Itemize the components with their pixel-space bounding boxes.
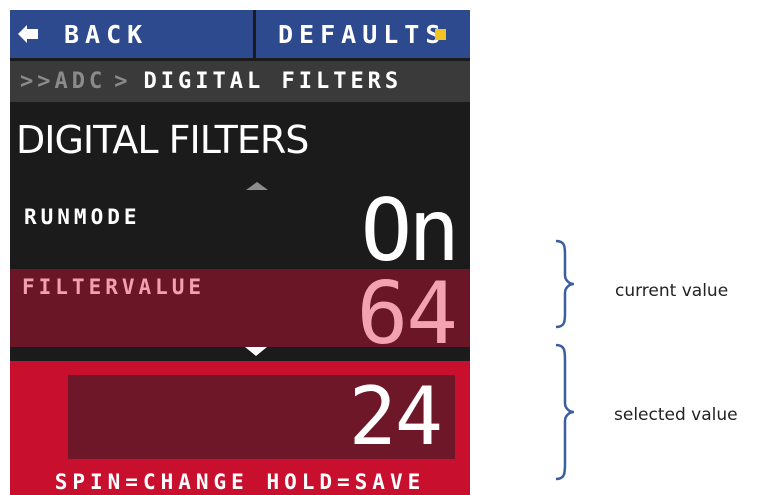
param-row-filtervalue[interactable]: FILTERVALUE 64 (10, 269, 470, 357)
page-title: DIGITAL FILTERS (16, 118, 309, 162)
param-value-filtervalue: 64 (356, 264, 458, 364)
triangle-up-icon[interactable] (246, 182, 268, 190)
current-value-brace (555, 239, 575, 329)
defaults-button[interactable]: DEFAULTS (256, 10, 470, 58)
breadcrumb-parent[interactable]: ADC (55, 69, 107, 94)
breadcrumb-prefix: >> (20, 69, 55, 94)
current-value-annotation: current value (615, 281, 729, 301)
square-indicator-icon (435, 29, 446, 40)
defaults-label: DEFAULTS (278, 19, 447, 49)
breadcrumb: >> ADC > DIGITAL FILTERS (10, 61, 470, 102)
selected-value-brace (555, 343, 575, 481)
control-hint: SPIN=CHANGE HOLD=SAVE (54, 470, 426, 494)
edit-panel: 24 SPIN=CHANGE HOLD=SAVE (10, 361, 470, 495)
param-value-runmode: On (360, 181, 460, 281)
breadcrumb-separator: > (114, 69, 132, 94)
selected-value: 24 (348, 370, 443, 463)
back-button[interactable]: BACK (10, 10, 253, 58)
triangle-down-icon[interactable] (245, 347, 267, 356)
breadcrumb-current: DIGITAL FILTERS (143, 69, 403, 94)
selected-value-annotation: selected value (614, 405, 738, 425)
top-bar: BACK DEFAULTS (10, 10, 470, 58)
param-label-filtervalue: FILTERVALUE (22, 275, 206, 299)
param-label-runmode: RUNMODE (24, 205, 141, 229)
left-arrow-icon (18, 25, 38, 43)
device-screen: BACK DEFAULTS >> ADC > DIGITAL FILTERS D… (10, 10, 470, 495)
back-label: BACK (64, 19, 149, 49)
selected-value-box[interactable]: 24 (68, 375, 455, 459)
